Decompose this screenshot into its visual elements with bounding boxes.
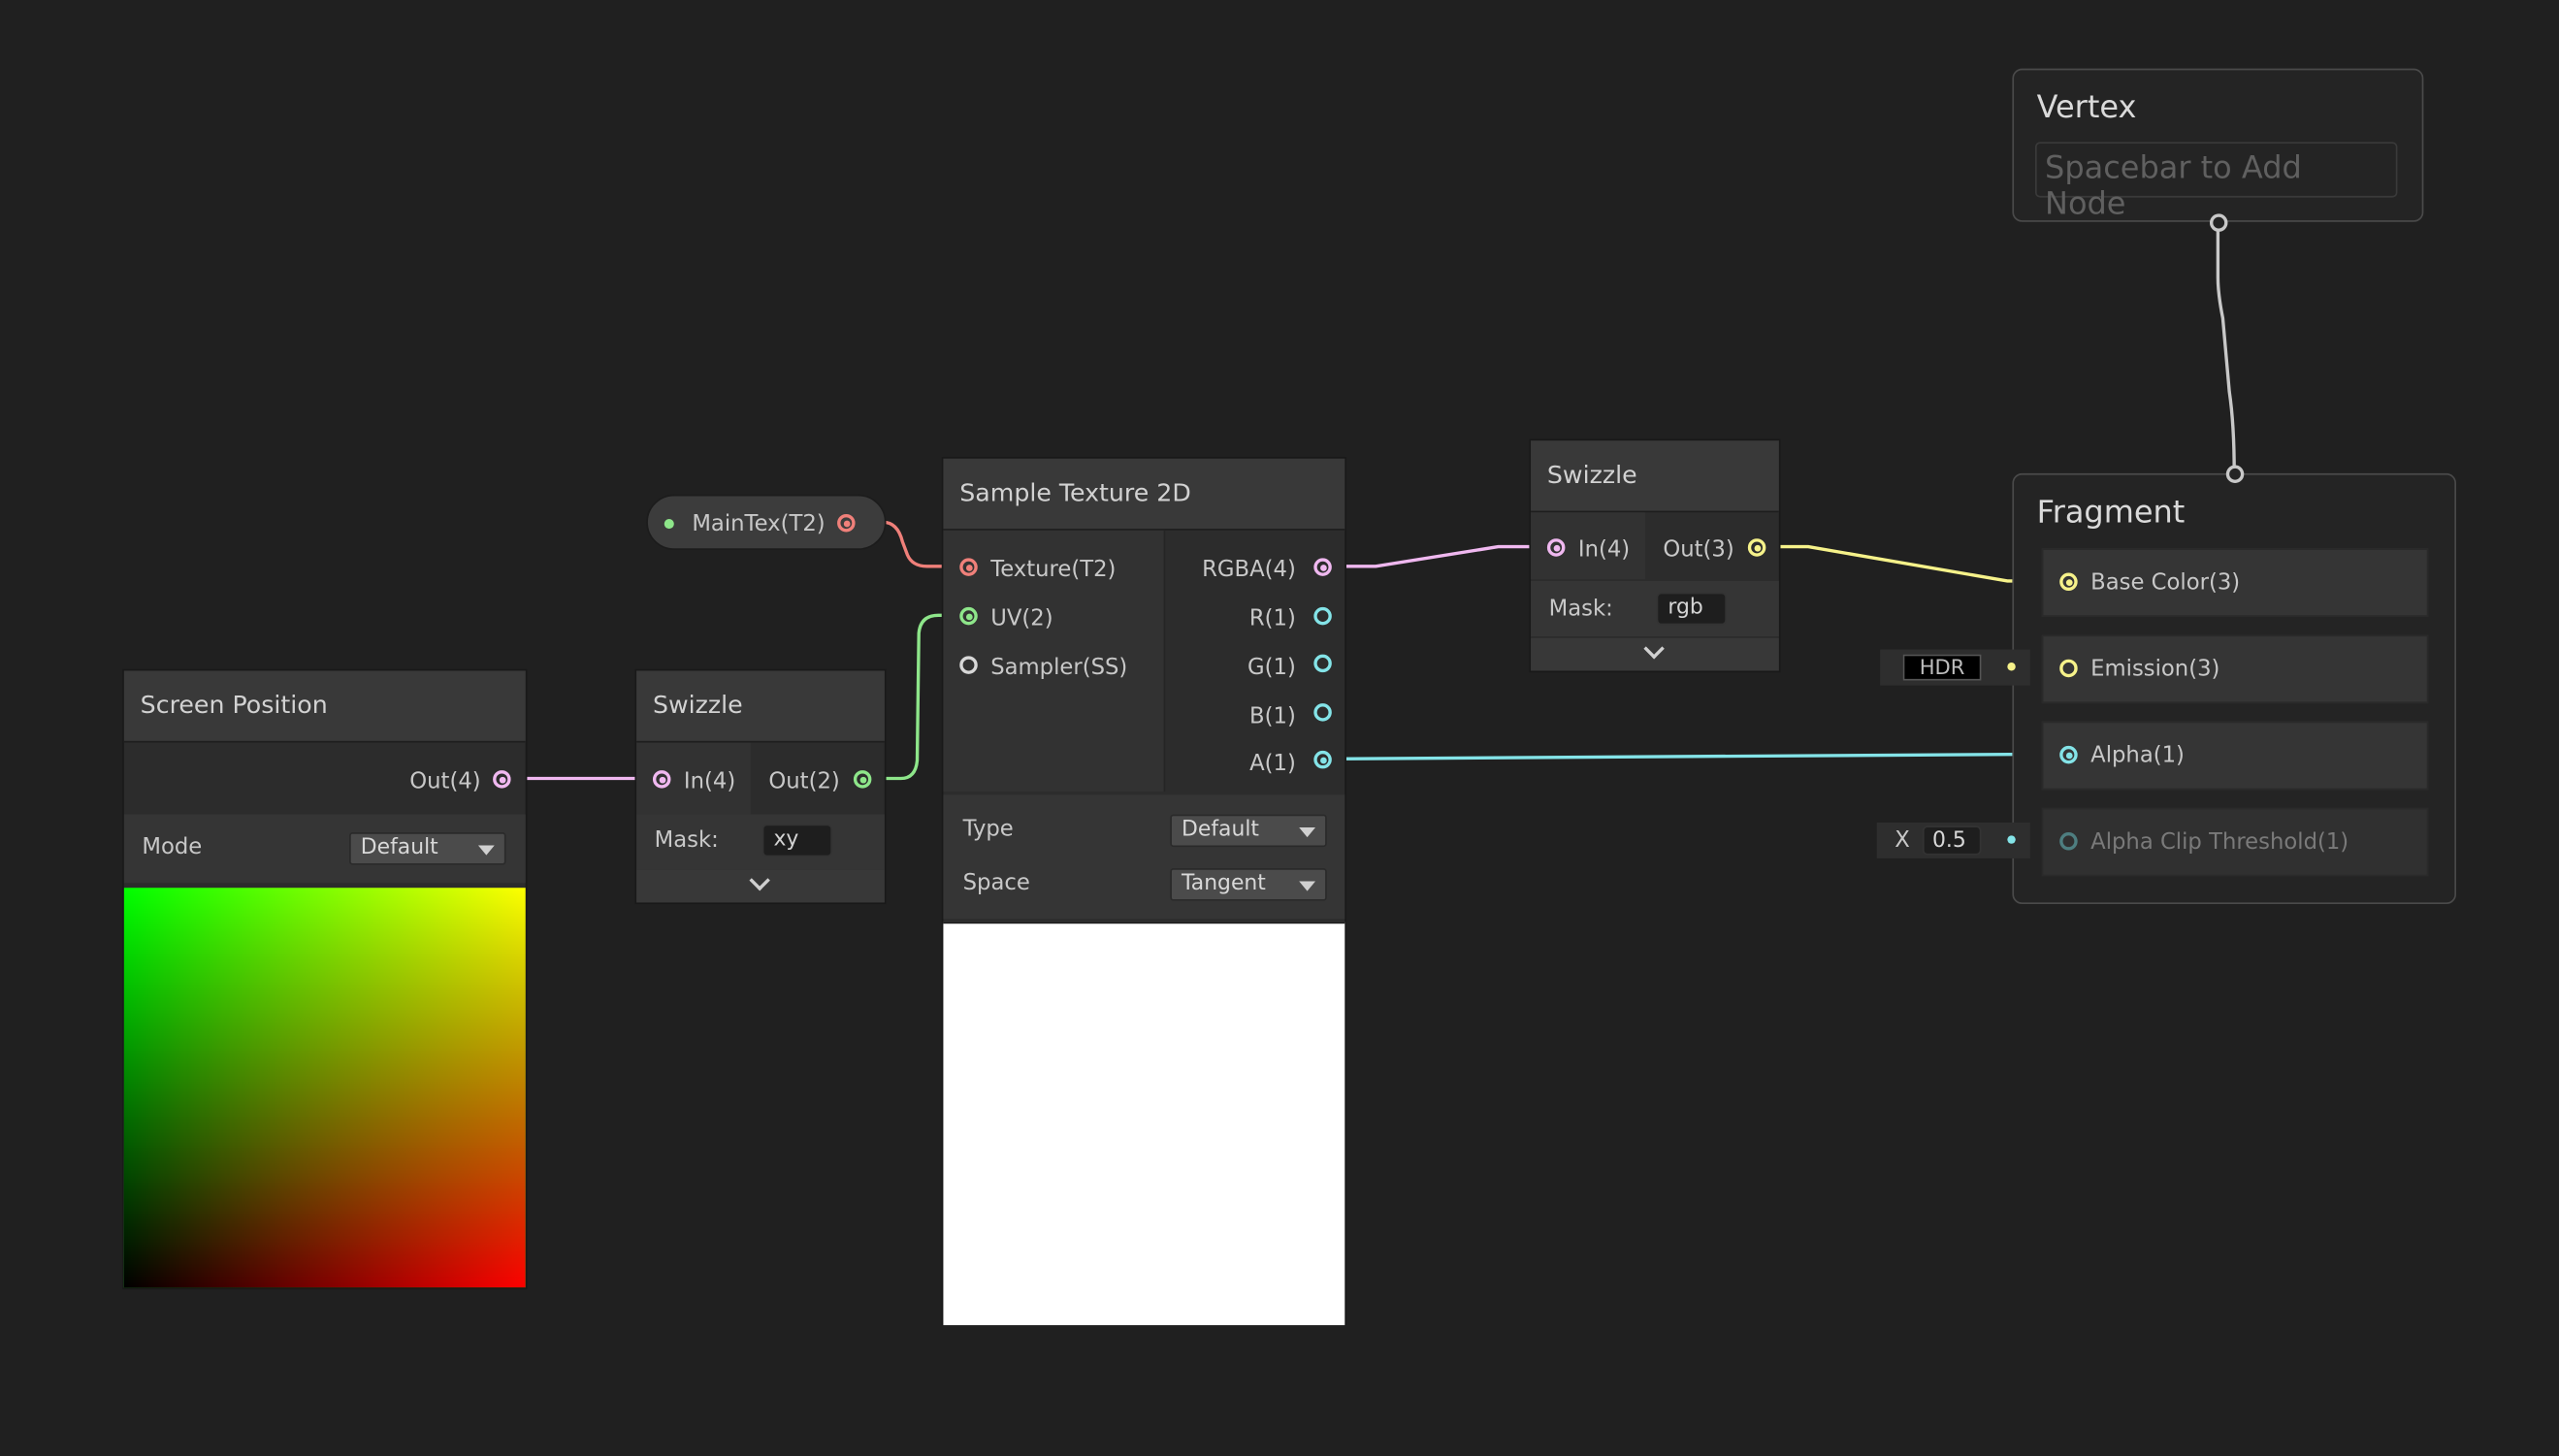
alpha-clip-port[interactable]: [2059, 832, 2078, 851]
emission-label: Emission(3): [2090, 656, 2220, 683]
uv-input-port[interactable]: [959, 606, 978, 626]
swizzle2-title: Swizzle: [1531, 440, 1779, 513]
fragment-slot-emission[interactable]: Emission(3): [2041, 634, 2429, 704]
g-output-label: G(1): [1247, 654, 1296, 681]
sampler-input-label: Sampler(SS): [990, 654, 1128, 681]
swizzle1-out-label: Out(2): [768, 768, 840, 795]
swizzle2-expand-toggle[interactable]: [1531, 637, 1779, 671]
type-dropdown-value: Default: [1182, 817, 1259, 843]
sample-texture-title: Sample Texture 2D: [943, 458, 1345, 531]
base-color-label: Base Color(3): [2090, 569, 2241, 597]
b-output-label: B(1): [1249, 703, 1296, 730]
swizzle2-mask-row: Mask: rgb: [1531, 580, 1779, 637]
swizzle1-title: Swizzle: [636, 670, 885, 743]
swizzle2-mask-input[interactable]: rgb: [1656, 592, 1727, 626]
rgba-output-port[interactable]: [1313, 558, 1332, 576]
swizzle1-mask-input[interactable]: xy: [761, 824, 833, 857]
mode-dropdown-value: Default: [360, 835, 438, 860]
vertex-add-node-placeholder[interactable]: Spacebar to Add Node: [2034, 142, 2398, 222]
r-output-label: R(1): [1248, 605, 1296, 632]
base-color-port[interactable]: [2059, 572, 2078, 592]
maintex-label: MainTex(T2): [692, 510, 826, 537]
type-dropdown-arrow-icon: [1299, 826, 1316, 838]
a-output-label: A(1): [1249, 750, 1296, 777]
fragment-slot-base-color[interactable]: Base Color(3): [2041, 548, 2429, 617]
alpha-clip-field[interactable]: X 0.5: [1876, 822, 2030, 858]
swizzle1-mask-label: Mask:: [654, 826, 719, 854]
wire-rgba-swizzle2: [1335, 544, 1554, 568]
alpha-clip-label: Alpha Clip Threshold(1): [2090, 828, 2349, 856]
maintex-property-node[interactable]: MainTex(T2): [646, 494, 887, 550]
preview-red-layer: [123, 888, 526, 1288]
b-output-port[interactable]: [1313, 703, 1332, 722]
wire-a-alpha: [1335, 752, 2066, 760]
mode-dropdown[interactable]: Default: [349, 832, 506, 865]
texture-input-port[interactable]: [959, 558, 978, 576]
swizzle-node-2[interactable]: Swizzle In(4) Out(3) Mask: rgb: [1531, 440, 1779, 671]
a-output-port[interactable]: [1313, 750, 1332, 769]
swizzle2-in-label: In(4): [1577, 536, 1631, 564]
swizzle2-mask-label: Mask:: [1548, 596, 1613, 622]
swizzle2-out-label: Out(3): [1663, 536, 1734, 564]
fragment-input-port[interactable]: [2225, 465, 2245, 483]
swizzle1-out-port[interactable]: [853, 770, 872, 789]
alpha-clip-value-input[interactable]: 0.5: [1922, 825, 1982, 856]
hdr-field-dot: [2007, 663, 2016, 671]
swizzle1-in-port[interactable]: [652, 770, 671, 789]
screen-position-mode-row: Mode Default: [123, 814, 526, 884]
chevron-down-icon: [749, 869, 770, 891]
alpha-clip-field-dot: [2007, 835, 2016, 844]
sample-texture-preview: [943, 922, 1345, 1326]
r-output-port[interactable]: [1313, 606, 1332, 626]
vertex-title: Vertex: [2036, 89, 2137, 126]
hdr-field[interactable]: HDR: [1880, 649, 2030, 686]
maintex-output-port[interactable]: [837, 513, 856, 533]
swizzle2-out-port[interactable]: [1747, 538, 1766, 557]
screen-position-out-label: Out(4): [409, 768, 481, 795]
mode-label: Mode: [142, 833, 203, 860]
swizzle2-in-port[interactable]: [1546, 538, 1566, 557]
space-dropdown-value: Tangent: [1182, 871, 1266, 896]
shader-graph-canvas[interactable]: Vertex Spacebar to Add Node Fragment Bas…: [0, 0, 2559, 1456]
swizzle1-in-label: In(4): [683, 768, 736, 795]
space-dropdown[interactable]: Tangent: [1170, 868, 1327, 901]
mode-dropdown-arrow-icon: [477, 845, 495, 856]
vertex-context[interactable]: Vertex Spacebar to Add Node: [2012, 68, 2424, 222]
swizzle1-expand-toggle[interactable]: [636, 869, 885, 903]
wire-vertex-fragment: [2216, 223, 2236, 473]
screen-position-out-port[interactable]: [493, 770, 511, 789]
fragment-title: Fragment: [2036, 494, 2186, 531]
vertex-output-port[interactable]: [2209, 213, 2228, 232]
property-exposed-indicator: [664, 519, 674, 530]
sample-texture-2d-node[interactable]: Sample Texture 2D Texture(T2) UV(2) Samp…: [943, 458, 1345, 1326]
alpha-port[interactable]: [2059, 745, 2078, 764]
fragment-slot-alpha-clip[interactable]: Alpha Clip Threshold(1): [2041, 807, 2429, 877]
g-output-port[interactable]: [1313, 654, 1332, 673]
uv-input-label: UV(2): [990, 605, 1053, 632]
type-dropdown[interactable]: Default: [1170, 814, 1327, 848]
rgba-output-label: RGBA(4): [1202, 556, 1296, 583]
space-dropdown-arrow-icon: [1299, 881, 1316, 891]
screen-position-node[interactable]: Screen Position Out(4) Mode Default: [123, 670, 526, 1288]
texture-input-label: Texture(T2): [990, 556, 1117, 583]
emission-port[interactable]: [2059, 659, 2078, 678]
space-label: Space: [962, 869, 1030, 896]
chevron-down-icon: [1643, 638, 1665, 660]
alpha-label: Alpha(1): [2090, 742, 2185, 769]
hdr-color-swatch[interactable]: HDR: [1902, 654, 1982, 681]
alpha-clip-axis-label: X: [1895, 826, 1910, 854]
screen-position-title: Screen Position: [123, 670, 526, 743]
sample-texture-settings: Type Default Space Tangent: [943, 794, 1345, 920]
swizzle1-mask-row: Mask: xy: [636, 814, 885, 870]
sampler-input-port[interactable]: [959, 656, 978, 674]
type-label: Type: [962, 816, 1014, 843]
swizzle-node-1[interactable]: Swizzle In(4) Out(2) Mask: xy: [636, 670, 885, 903]
fragment-slot-alpha[interactable]: Alpha(1): [2041, 721, 2429, 791]
screen-position-preview: [123, 888, 526, 1288]
